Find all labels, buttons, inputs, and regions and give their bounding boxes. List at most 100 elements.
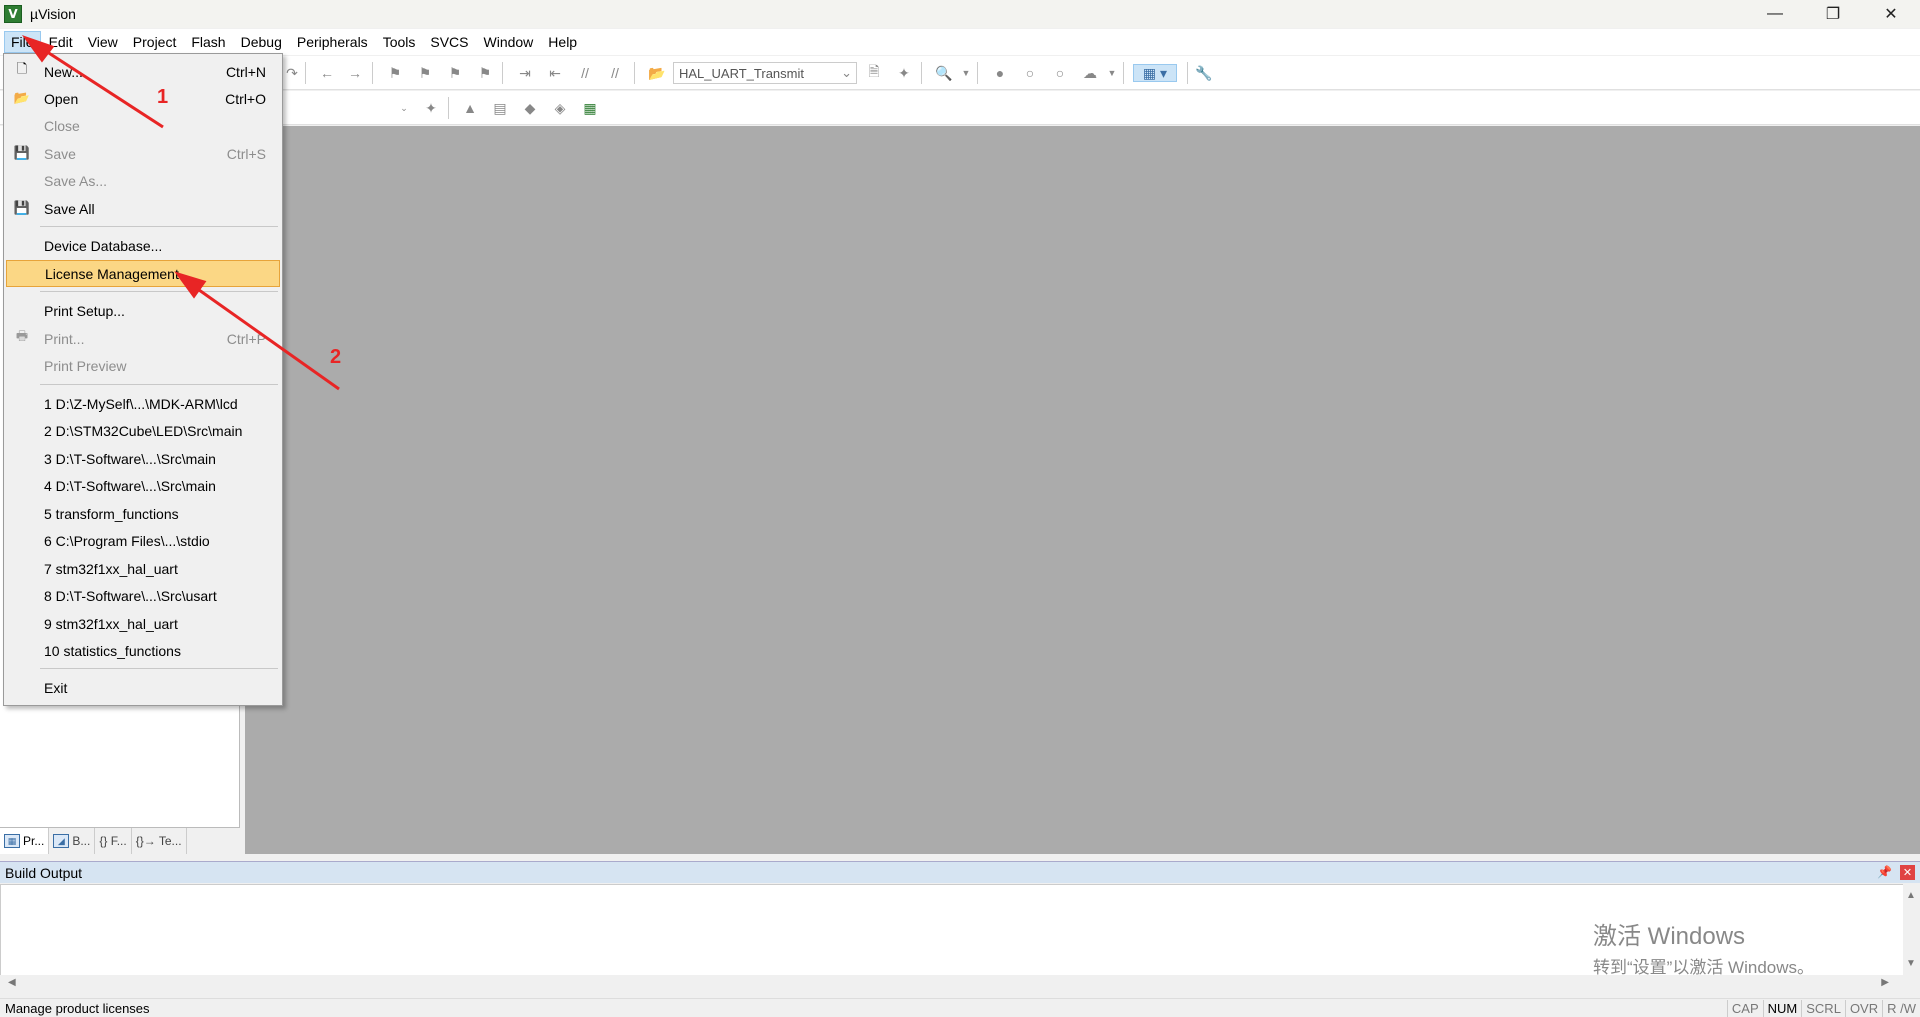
save-all-icon: 💾 bbox=[13, 200, 31, 215]
disable-breakpoint-icon[interactable]: ○ bbox=[1021, 64, 1039, 82]
recent-file-item[interactable]: 8 D:\T-Software\...\Src\usart bbox=[6, 582, 280, 609]
project-panel-tabs: ▦ Pr... ◢ B... {} F... {}→ Te... bbox=[0, 827, 240, 854]
target-options-icon[interactable]: ✦ bbox=[422, 99, 440, 117]
indent-icon[interactable]: ⇥ bbox=[516, 64, 534, 82]
recent-file-item[interactable]: 7 stm32f1xx_hal_uart bbox=[6, 555, 280, 582]
menu-item-print-preview[interactable]: Print Preview bbox=[6, 352, 280, 379]
uncomment-icon[interactable]: // bbox=[606, 64, 624, 82]
tab-functions-label: {} F... bbox=[99, 834, 127, 848]
recent-file-item[interactable]: 9 stm32f1xx_hal_uart bbox=[6, 610, 280, 637]
vertical-scrollbar[interactable]: ▲ ▼ bbox=[1903, 884, 1920, 976]
window-title: µVision bbox=[30, 6, 76, 22]
menu-edit[interactable]: Edit bbox=[42, 31, 80, 53]
incremental-find-icon[interactable]: ✦ bbox=[895, 64, 913, 82]
scroll-left-icon[interactable]: ◀ bbox=[8, 977, 16, 988]
next-bookmark-icon[interactable]: ⚑ bbox=[446, 64, 464, 82]
annotation-step-1: 1 bbox=[157, 86, 169, 108]
menu-view[interactable]: View bbox=[81, 31, 125, 53]
menu-item-license-management[interactable]: License Management... bbox=[6, 260, 280, 287]
restore-button[interactable]: ❐ bbox=[1804, 0, 1862, 28]
window-layout-icon[interactable]: ▦ ▾ bbox=[1133, 64, 1177, 82]
clear-bookmarks-icon[interactable]: ⚑ bbox=[476, 64, 494, 82]
pin-icon[interactable]: 📌 bbox=[1877, 865, 1892, 879]
menu-item-open[interactable]: 📂 Open Ctrl+O bbox=[6, 85, 280, 112]
recent-file-item[interactable]: 1 D:\Z-MySelf\...\MDK-ARM\lcd bbox=[6, 390, 280, 417]
menu-item-print[interactable]: 🖶 Print... Ctrl+P bbox=[6, 325, 280, 352]
menu-item-print-setup[interactable]: Print Setup... bbox=[6, 297, 280, 324]
find-combo[interactable]: HAL_UART_Transmit ⌄ bbox=[673, 62, 857, 84]
menu-item-shortcut: Ctrl+S bbox=[226, 145, 266, 162]
disable-all-breakpoints-icon[interactable]: ○ bbox=[1051, 64, 1069, 82]
recent-file-item[interactable]: 6 C:\Program Files\...\stdio bbox=[6, 527, 280, 554]
comment-icon[interactable]: // bbox=[576, 64, 594, 82]
configure-icon[interactable]: 🔧 bbox=[1195, 64, 1213, 82]
recent-file-item[interactable]: 5 transform_functions bbox=[6, 500, 280, 527]
recent-file-item[interactable]: 2 D:\STM32Cube\LED\Src\main bbox=[6, 417, 280, 444]
scroll-right-icon[interactable]: ▶ bbox=[1881, 977, 1889, 988]
scroll-up-icon[interactable]: ▲ bbox=[1906, 890, 1916, 901]
unindent-icon[interactable]: ⇤ bbox=[546, 64, 564, 82]
pack-installer-icon[interactable]: ◈ bbox=[551, 99, 569, 117]
redo-icon[interactable]: ↷ bbox=[283, 64, 301, 82]
editor-area[interactable] bbox=[245, 126, 1920, 854]
recent-file-label: 8 D:\T-Software\...\Src\usart bbox=[44, 587, 217, 604]
menu-help[interactable]: Help bbox=[541, 31, 584, 53]
build-toolbar: ⌄ ✦ ▲ ▤ ◆ ◈ ▦ bbox=[0, 91, 1920, 125]
close-button[interactable]: ✕ bbox=[1862, 0, 1920, 28]
menu-item-save[interactable]: 💾 Save Ctrl+S bbox=[6, 140, 280, 167]
menu-item-shortcut: Ctrl+N bbox=[225, 63, 266, 80]
chevron-down-icon[interactable]: ▼ bbox=[957, 64, 975, 82]
chevron-down-icon[interactable]: ⌄ bbox=[395, 99, 413, 117]
menu-svcs[interactable]: SVCS bbox=[423, 31, 475, 53]
run-time-environment-icon[interactable]: ▦ bbox=[581, 99, 599, 117]
recent-file-label: 10 statistics_functions bbox=[44, 642, 181, 659]
menu-item-save-as[interactable]: Save As... bbox=[6, 167, 280, 194]
recent-file-label: 5 transform_functions bbox=[44, 505, 179, 522]
nav-forward-icon[interactable]: → bbox=[346, 64, 364, 82]
recent-file-label: 7 stm32f1xx_hal_uart bbox=[44, 560, 178, 577]
bookmark-icon[interactable]: ⚑ bbox=[386, 64, 404, 82]
menu-item-save-all[interactable]: 💾 Save All bbox=[6, 195, 280, 222]
kill-breakpoints-icon[interactable]: ☁ bbox=[1081, 64, 1099, 82]
menu-project[interactable]: Project bbox=[126, 31, 184, 53]
debug-session-icon[interactable]: 🔍 bbox=[935, 64, 953, 82]
nav-back-icon[interactable]: ← bbox=[318, 64, 336, 82]
menu-item-exit[interactable]: Exit bbox=[6, 674, 280, 701]
find-icon[interactable]: 🗎 bbox=[865, 63, 883, 82]
menu-peripherals[interactable]: Peripherals bbox=[290, 31, 375, 53]
indicator-cap: CAP bbox=[1726, 1000, 1763, 1017]
watermark-line2: 转到“设置”以激活 Windows。 bbox=[1593, 958, 1815, 977]
menu-item-label: Print Setup... bbox=[44, 302, 125, 319]
manage-components-icon[interactable]: ▤ bbox=[491, 99, 509, 117]
tab-functions[interactable]: {} F... bbox=[95, 828, 132, 854]
manage-project-items-icon[interactable]: ▲ bbox=[461, 99, 479, 117]
toolbar-separator bbox=[634, 62, 635, 84]
recent-file-label: 6 C:\Program Files\...\stdio bbox=[44, 532, 210, 549]
menu-tools[interactable]: Tools bbox=[376, 31, 423, 53]
breakpoint-icon[interactable]: ● bbox=[991, 64, 1009, 82]
menu-debug[interactable]: Debug bbox=[234, 31, 289, 53]
prev-bookmark-icon[interactable]: ⚑ bbox=[416, 64, 434, 82]
menu-file[interactable]: File bbox=[4, 31, 41, 53]
recent-file-item[interactable]: 3 D:\T-Software\...\Src\main bbox=[6, 445, 280, 472]
scroll-down-icon[interactable]: ▼ bbox=[1906, 958, 1916, 969]
find-combo-value: HAL_UART_Transmit bbox=[679, 66, 804, 81]
recent-file-label: 9 stm32f1xx_hal_uart bbox=[44, 615, 178, 632]
minimize-button[interactable]: — bbox=[1746, 0, 1804, 28]
tab-templates[interactable]: {}→ Te... bbox=[132, 828, 187, 854]
tab-books[interactable]: ◢ B... bbox=[49, 828, 96, 854]
project-icon: ▦ bbox=[4, 834, 20, 848]
uvision-icon: V bbox=[4, 5, 22, 23]
menu-item-device-database[interactable]: Device Database... bbox=[6, 232, 280, 259]
menu-window[interactable]: Window bbox=[477, 31, 541, 53]
find-in-files-icon[interactable]: 📂 bbox=[648, 64, 666, 82]
menu-item-new[interactable]: 🗋 New... Ctrl+N bbox=[6, 58, 280, 85]
menu-flash[interactable]: Flash bbox=[184, 31, 232, 53]
recent-file-item[interactable]: 10 statistics_functions bbox=[6, 637, 280, 664]
close-icon[interactable]: ✕ bbox=[1900, 865, 1915, 880]
menu-item-close[interactable]: Close bbox=[6, 112, 280, 139]
tab-project[interactable]: ▦ Pr... bbox=[0, 828, 50, 854]
chevron-down-icon[interactable]: ▼ bbox=[1103, 64, 1121, 82]
recent-file-item[interactable]: 4 D:\T-Software\...\Src\main bbox=[6, 472, 280, 499]
select-packs-icon[interactable]: ◆ bbox=[521, 99, 539, 117]
